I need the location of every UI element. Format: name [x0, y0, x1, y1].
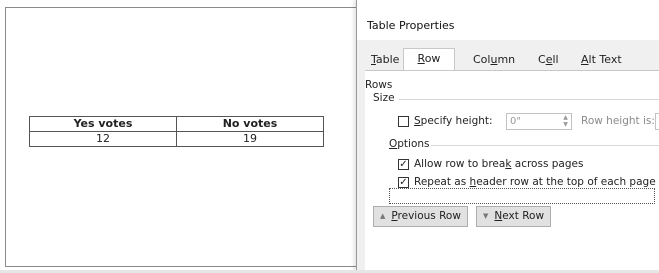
- options-label: Options: [389, 138, 430, 150]
- row-height-is-label: Row height is:: [581, 115, 655, 127]
- rows-heading: Rows: [365, 79, 393, 91]
- table-cell[interactable]: 19: [176, 131, 324, 147]
- table-header-cell[interactable]: No votes: [176, 116, 324, 132]
- previous-row-button[interactable]: ▲ Previous Row: [373, 206, 468, 227]
- options-divider: [431, 145, 659, 146]
- table-cell[interactable]: 12: [29, 131, 177, 147]
- table-row: 12 19: [29, 131, 324, 147]
- table-header-row: Yes votes No votes: [29, 116, 324, 132]
- spinner-arrows-icon[interactable]: ▲ ▼: [560, 114, 571, 129]
- next-row-button[interactable]: ▼ Next Row: [476, 206, 552, 227]
- tab-alt-text[interactable]: Alt Text: [575, 50, 628, 70]
- repeat-header-checkbox[interactable]: ✓: [398, 177, 409, 188]
- tab-strip: Table Row Column Cell Alt Text: [365, 48, 659, 71]
- allow-break-label: Allow row to break across pages: [414, 158, 584, 170]
- table-header-cell[interactable]: Yes votes: [29, 116, 177, 132]
- row-height-value: 0": [510, 116, 521, 127]
- allow-break-checkbox[interactable]: ✓: [398, 159, 409, 170]
- row-height-spinner[interactable]: 0" ▲ ▼: [506, 113, 572, 130]
- dialog-title: Table Properties: [367, 19, 455, 32]
- row-height-is-select[interactable]: [655, 113, 659, 130]
- triangle-up-icon: ▲: [380, 212, 386, 220]
- table-properties-dialog: Table Properties Table Row Column Cell A…: [356, 0, 659, 273]
- tab-row[interactable]: Row: [403, 48, 455, 71]
- tab-table[interactable]: Table: [365, 50, 405, 70]
- row-tab-panel: Rows Size Specify height: 0" ▲ ▼ Row heig…: [365, 70, 659, 273]
- document-page: Yes votes No votes 12 19: [5, 7, 363, 267]
- specify-height-label: Specify height:: [414, 115, 493, 127]
- votes-table[interactable]: Yes votes No votes 12 19: [29, 116, 324, 147]
- size-divider: [399, 99, 659, 100]
- specify-height-checkbox[interactable]: [398, 116, 409, 127]
- repeat-header-label: Repeat as header row at the top of each …: [414, 176, 656, 188]
- dialog-title-bar[interactable]: Table Properties: [357, 0, 659, 40]
- tab-cell[interactable]: Cell: [532, 50, 565, 70]
- triangle-down-icon: ▼: [483, 212, 489, 220]
- size-label: Size: [373, 92, 395, 104]
- focus-outline: [389, 188, 655, 204]
- tab-column[interactable]: Column: [467, 50, 521, 70]
